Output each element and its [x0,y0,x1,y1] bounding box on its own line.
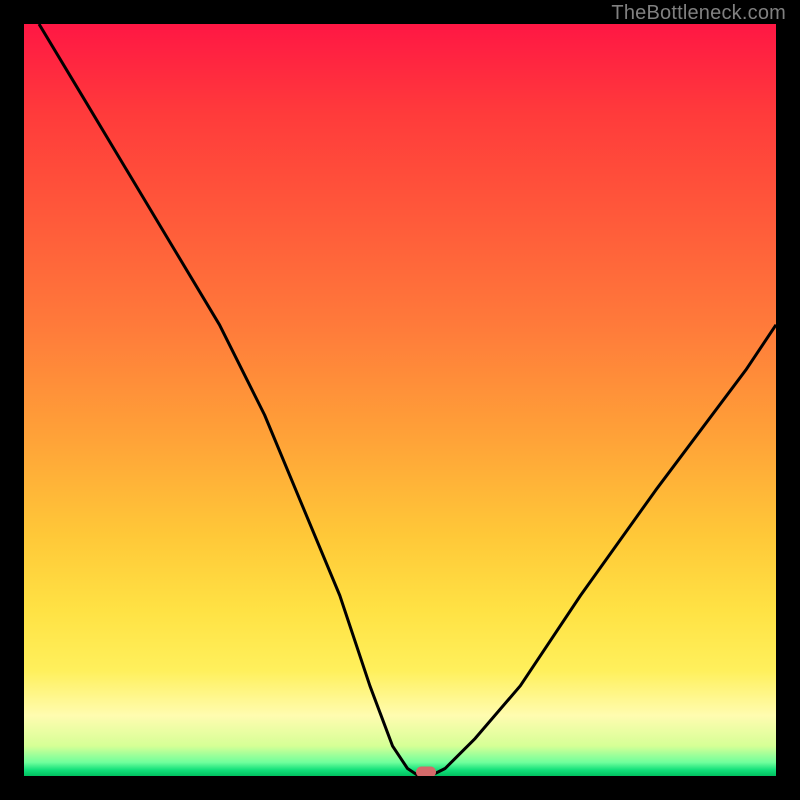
bottleneck-curve [39,24,776,776]
plot-area [24,24,776,776]
bottleneck-marker [416,767,436,776]
watermark-text: TheBottleneck.com [611,2,786,25]
chart-frame: TheBottleneck.com [0,0,800,800]
curve-svg [24,24,776,776]
